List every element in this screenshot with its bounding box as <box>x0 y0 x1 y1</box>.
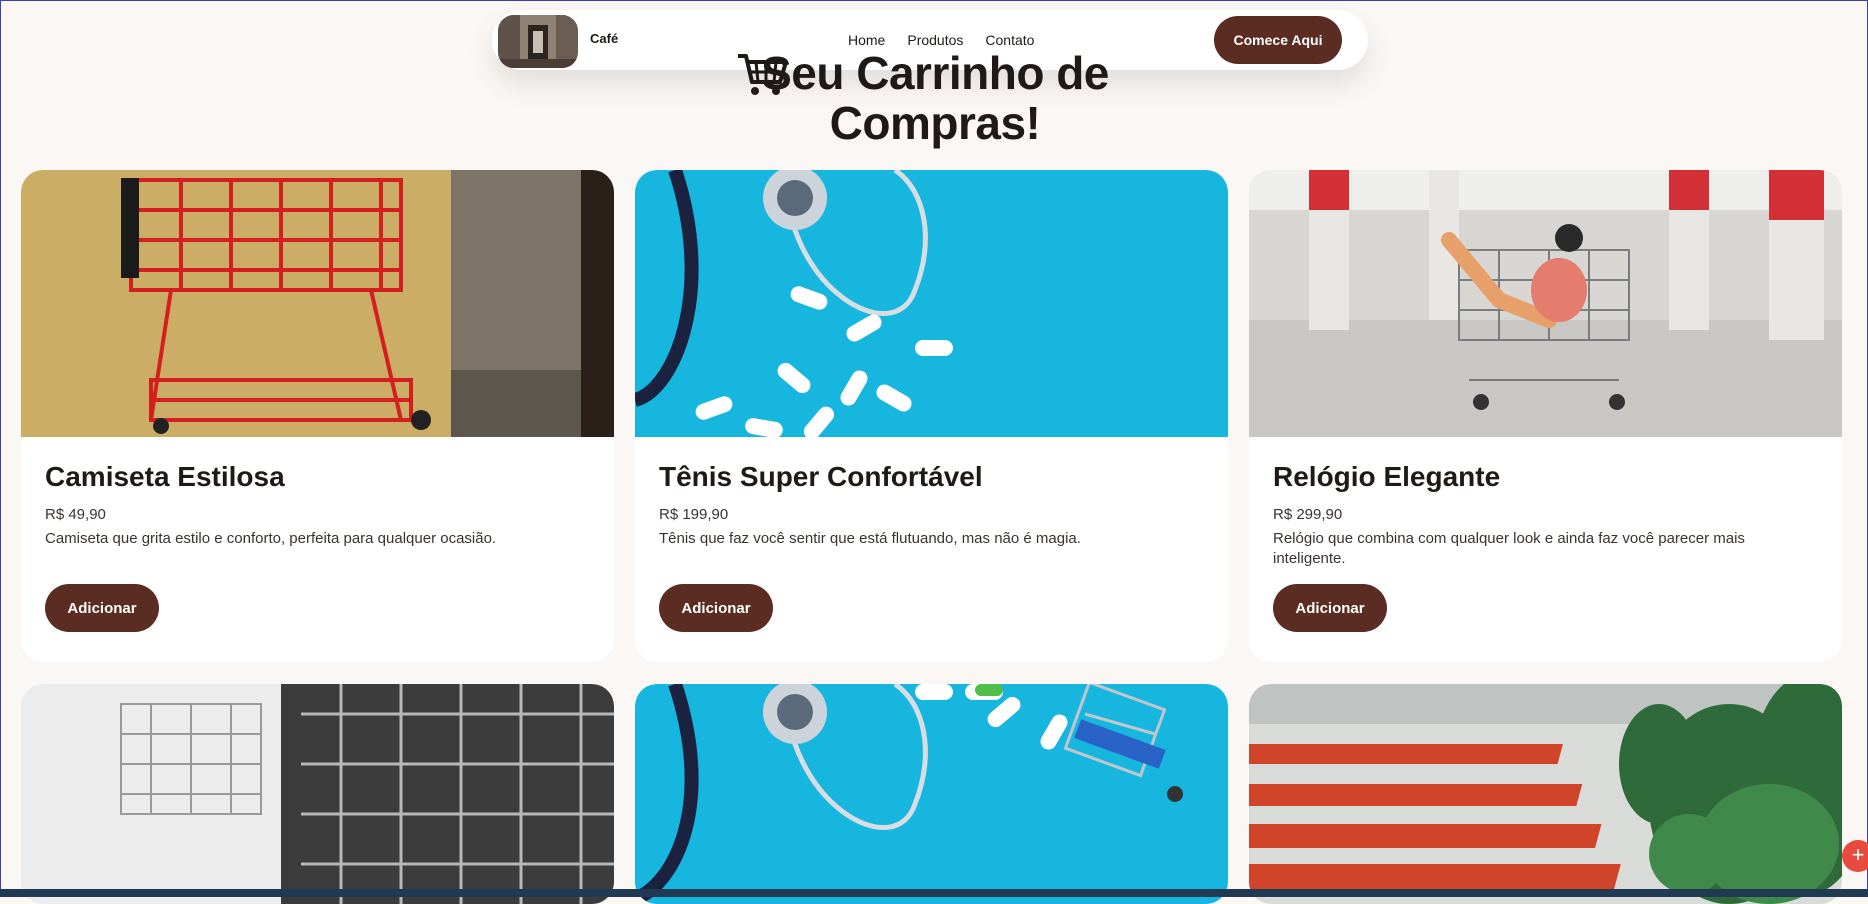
add-to-cart-button[interactable]: Adicionar <box>45 584 159 632</box>
nav-links: Home Produtos Contato <box>848 32 1034 48</box>
product-image <box>635 684 1228 904</box>
product-card: Tênis Super Confortável R$ 199,90 Tênis … <box>635 170 1228 662</box>
page-title: Seu Carrinho de Compras! <box>761 47 1109 149</box>
nav-link-produtos[interactable]: Produtos <box>907 32 963 48</box>
product-card <box>635 684 1228 904</box>
product-image <box>21 170 614 437</box>
product-card <box>21 684 614 904</box>
product-image <box>1249 170 1842 437</box>
product-price: R$ 299,90 <box>1273 506 1343 523</box>
product-name: Camiseta Estilosa <box>45 461 285 492</box>
product-description: Relógio que combina com qualquer look e … <box>1273 530 1745 567</box>
add-to-cart-button[interactable]: Adicionar <box>1273 584 1387 632</box>
plus-icon[interactable]: + <box>1842 840 1868 872</box>
brand-name: Café <box>590 31 619 46</box>
add-to-cart-button[interactable]: Adicionar <box>659 584 773 632</box>
product-image <box>635 170 1228 437</box>
start-here-button[interactable]: Comece Aqui <box>1214 16 1342 64</box>
nav-link-contato[interactable]: Contato <box>985 32 1034 48</box>
product-price: R$ 49,90 <box>45 506 106 523</box>
taskbar-strip <box>0 889 1868 897</box>
brand-logo[interactable] <box>498 15 578 68</box>
product-card: Relógio Elegante R$ 299,90 Relógio que c… <box>1249 170 1842 662</box>
product-card: Camiseta Estilosa R$ 49,90 Camiseta que … <box>21 170 614 662</box>
product-name: Relógio Elegante <box>1273 461 1501 492</box>
product-description: Camiseta que grita estilo e conforto, pe… <box>45 530 497 547</box>
product-grid: Camiseta Estilosa R$ 49,90 Camiseta que … <box>21 170 1843 904</box>
product-price: R$ 199,90 <box>659 506 729 523</box>
product-image <box>21 684 614 904</box>
product-description: Tênis que faz você sentir que está flutu… <box>659 530 1081 547</box>
product-name: Tênis Super Confortável <box>659 461 983 492</box>
product-image <box>1249 684 1842 904</box>
product-card <box>1249 684 1842 904</box>
nav-link-home[interactable]: Home <box>848 32 885 48</box>
